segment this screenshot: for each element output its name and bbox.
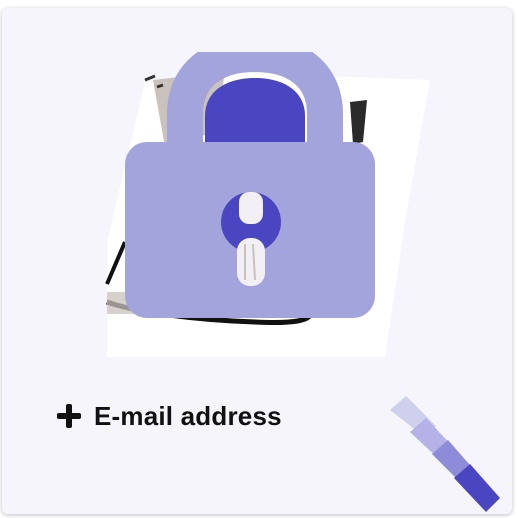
locked-email-illustration bbox=[105, 52, 435, 364]
lock-icon bbox=[105, 52, 430, 357]
keyhole-upper-slot bbox=[239, 192, 263, 224]
email-address-label: E-mail address bbox=[94, 400, 282, 431]
email-card: E-mail address bbox=[2, 8, 512, 514]
plus-icon bbox=[56, 403, 82, 429]
add-email-address-button[interactable]: E-mail address bbox=[56, 394, 282, 438]
chevron-down-icon bbox=[390, 388, 510, 514]
keyhole-lower-slot bbox=[237, 238, 265, 286]
